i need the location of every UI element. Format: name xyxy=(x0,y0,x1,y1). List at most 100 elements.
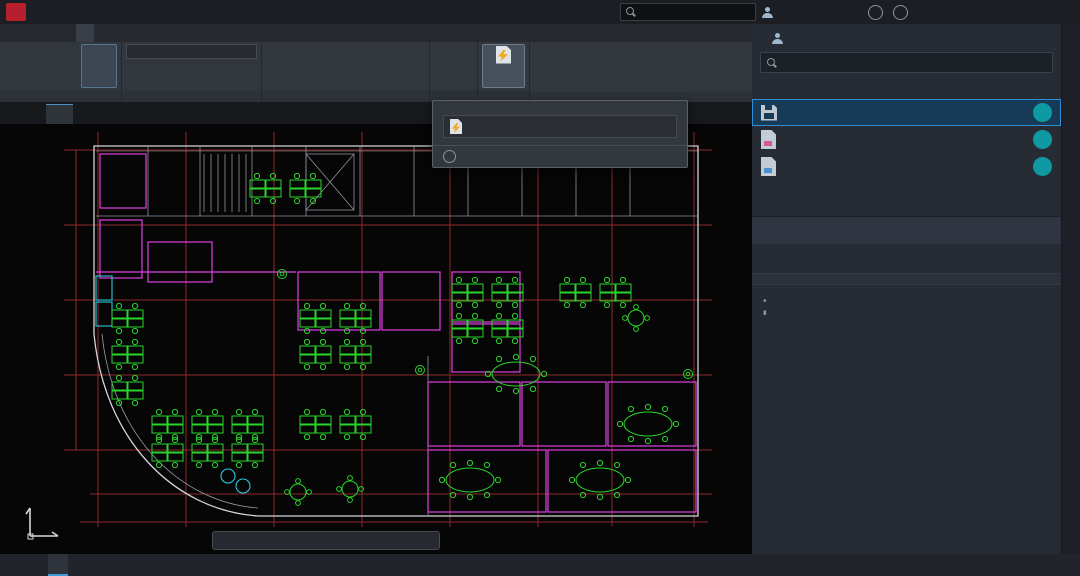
since-save-title xyxy=(752,285,1061,294)
user-account[interactable] xyxy=(762,0,783,24)
activity-item-saved[interactable] xyxy=(752,99,1061,126)
help-icon[interactable] xyxy=(868,5,883,20)
panel-label[interactable] xyxy=(0,90,121,102)
title-bar xyxy=(0,0,1080,24)
status-bar xyxy=(0,554,1080,576)
tab-manage[interactable] xyxy=(94,24,112,42)
layout-tab-s101[interactable] xyxy=(48,554,68,576)
changes-header xyxy=(752,273,1061,285)
building-outline xyxy=(94,146,698,516)
floor-plan-drawing[interactable] xyxy=(0,124,752,554)
workspace-gear-icon[interactable] xyxy=(1019,557,1036,573)
system-tray-icon[interactable] xyxy=(1039,557,1056,573)
command-macros-button[interactable] xyxy=(698,44,738,88)
drawing-canvas[interactable] xyxy=(0,124,752,554)
tab-express-tools[interactable] xyxy=(166,24,184,42)
ucs-axes-icon xyxy=(26,508,58,539)
activity-properties-header[interactable] xyxy=(752,216,1061,244)
workflow-item xyxy=(752,307,1061,309)
global-search[interactable] xyxy=(620,3,756,21)
join-icon xyxy=(315,60,328,72)
view-manager-icon xyxy=(129,76,142,88)
tab-view[interactable] xyxy=(76,24,94,42)
grid-icon[interactable] xyxy=(770,557,787,573)
account-icon[interactable] xyxy=(893,5,908,20)
tab-home[interactable] xyxy=(4,24,22,42)
palette-search-input[interactable] xyxy=(783,56,1046,70)
tab-addins[interactable] xyxy=(130,24,148,42)
panel-label[interactable] xyxy=(122,91,261,102)
properties-icon xyxy=(588,45,608,64)
viewport-config-button[interactable] xyxy=(266,44,310,88)
group-today[interactable] xyxy=(752,79,1061,99)
snap-icon[interactable] xyxy=(790,557,807,573)
app-logo-icon[interactable] xyxy=(6,3,26,21)
search-icon xyxy=(626,7,636,17)
named-viewports-button[interactable] xyxy=(312,44,335,58)
panel-label[interactable] xyxy=(262,90,429,102)
navigation-bar-button[interactable] xyxy=(81,44,117,88)
hamburger-menu-icon[interactable] xyxy=(2,102,26,124)
activity-insight-tooltip xyxy=(432,100,688,168)
tool-palettes-button[interactable] xyxy=(534,44,574,88)
tab-start[interactable] xyxy=(26,104,46,124)
furniture xyxy=(112,173,693,505)
viewcube-icon xyxy=(50,45,70,64)
clean-screen-icon[interactable] xyxy=(1059,557,1076,573)
activity-item-purged[interactable] xyxy=(752,126,1061,153)
tab-collaborate[interactable] xyxy=(148,24,166,42)
drawing-compare-button[interactable] xyxy=(434,44,473,88)
object-snap-icon[interactable] xyxy=(890,557,907,573)
tab-tokyo-office[interactable] xyxy=(46,104,73,124)
dynamic-input-icon[interactable] xyxy=(830,557,847,573)
new-view-icon xyxy=(129,61,142,73)
layout-menu-icon[interactable] xyxy=(4,554,28,576)
activity-insight-icon xyxy=(450,119,462,134)
join-viewports-button[interactable] xyxy=(312,59,335,73)
user-initials-badge xyxy=(1033,157,1052,176)
tab-annotate[interactable] xyxy=(40,24,58,42)
blocks-button[interactable] xyxy=(622,44,658,88)
command-input[interactable] xyxy=(231,534,433,547)
activity-item-saveas[interactable] xyxy=(752,153,1061,180)
annotation-visibility-icon[interactable] xyxy=(990,557,1007,573)
save-icon xyxy=(761,105,777,121)
panel-review xyxy=(430,42,478,102)
activity-insight-icon xyxy=(494,45,514,64)
tab-output[interactable] xyxy=(112,24,130,42)
view-dropdown[interactable] xyxy=(126,44,257,59)
user-filter-button[interactable] xyxy=(772,33,786,44)
restore-icon xyxy=(315,75,328,87)
tab-featured-apps[interactable] xyxy=(184,24,202,42)
object-snap-tracking-icon[interactable] xyxy=(910,557,927,573)
viewcube-button[interactable] xyxy=(42,44,78,88)
selection-cycling-icon[interactable] xyxy=(970,557,987,573)
properties-button[interactable] xyxy=(576,44,620,88)
infer-constraints-icon[interactable] xyxy=(810,557,827,573)
named-viewports-icon xyxy=(315,45,328,57)
user-icon xyxy=(762,7,773,18)
count-button[interactable] xyxy=(660,44,696,88)
transparency-icon[interactable] xyxy=(950,557,967,573)
ortho-icon[interactable] xyxy=(850,557,867,573)
lineweight-icon[interactable] xyxy=(930,557,947,573)
polar-tracking-icon[interactable] xyxy=(870,557,887,573)
help-icon xyxy=(443,150,456,163)
layout-tab-model[interactable] xyxy=(28,554,48,576)
ucs-icon-button[interactable] xyxy=(4,44,40,88)
search-input[interactable] xyxy=(641,6,751,19)
tooltip-command xyxy=(443,115,677,138)
restore-viewports-button[interactable] xyxy=(312,74,335,88)
palette-title-bar[interactable] xyxy=(1061,24,1080,554)
tab-insert[interactable] xyxy=(22,24,40,42)
change-item xyxy=(752,294,1061,296)
group-date[interactable] xyxy=(752,180,1061,200)
panel-model-viewports xyxy=(262,42,430,102)
palette-search[interactable] xyxy=(760,52,1053,73)
activity-insight-button[interactable] xyxy=(482,44,525,88)
tab-parametric[interactable] xyxy=(58,24,76,42)
tool-palettes-icon xyxy=(544,45,564,64)
new-view-button[interactable] xyxy=(126,60,257,74)
view-manager-button[interactable] xyxy=(126,75,257,89)
command-line[interactable] xyxy=(212,531,440,550)
